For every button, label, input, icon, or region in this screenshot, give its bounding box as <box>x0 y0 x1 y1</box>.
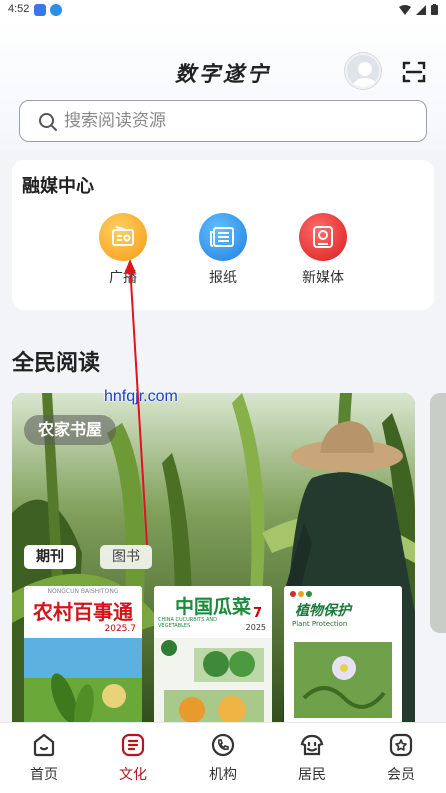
reading-section-title: 全民阅读 <box>12 351 101 376</box>
book-title: 农村百事通 <box>33 600 133 624</box>
bottom-nav: 首页 文化 机构 居民 会员 <box>0 722 446 793</box>
banner-label: 农家书屋 <box>24 415 117 445</box>
book-logo <box>290 591 312 597</box>
app-notification-icon <box>34 4 46 16</box>
media-center-title: 融媒中心 <box>22 176 94 197</box>
phone-icon <box>211 733 235 757</box>
book-header: 植物保护 Plant Protection <box>284 586 402 638</box>
book-cover-image <box>154 638 272 733</box>
book-cover-image <box>284 638 402 733</box>
book-subtitle: CHINA CUCURBITS AND VEGETABLES <box>158 617 217 629</box>
status-bar: 4:52 <box>0 0 446 20</box>
media-item-label: 报纸 <box>209 270 237 286</box>
book-year: 2025 <box>245 623 266 632</box>
residents-icon <box>300 734 324 756</box>
search-input[interactable] <box>64 109 404 133</box>
media-center-card: 融媒中心 广播 报纸 新媒体 <box>12 160 434 310</box>
nav-label: 机构 <box>209 767 237 783</box>
reading-banner[interactable]: 农家书屋 期刊 图书 NONGCUN BAISHITONG 农村百事通 2025… <box>12 393 415 733</box>
nav-label: 居民 <box>298 767 326 783</box>
nav-item-culture[interactable]: 文化 <box>98 731 168 784</box>
media-item-label: 广播 <box>109 270 137 286</box>
book-cover[interactable]: 中国瓜菜 CHINA CUCURBITS AND VEGETABLES 7 20… <box>154 586 272 733</box>
header: 数字遂宁 <box>0 20 446 150</box>
battery-icon <box>431 4 438 15</box>
new-media-icon <box>299 213 347 261</box>
newspaper-icon <box>199 213 247 261</box>
radio-icon <box>99 213 147 261</box>
book-issue: 2025.7 <box>104 624 137 634</box>
nav-item-home[interactable]: 首页 <box>9 731 79 784</box>
download-notification-icon <box>50 4 62 16</box>
nav-item-institutions[interactable]: 机构 <box>188 731 258 784</box>
signal-icon <box>416 4 426 15</box>
book-pinyin: NONGCUN BAISHITONG <box>47 588 119 595</box>
nav-label: 首页 <box>30 767 58 783</box>
status-time: 4:52 <box>8 3 30 15</box>
book-header: NONGCUN BAISHITONG 农村百事通 2025.7 <box>24 586 142 638</box>
book-cover-image <box>24 638 142 733</box>
book-header: 中国瓜菜 CHINA CUCURBITS AND VEGETABLES 7 20… <box>154 586 272 638</box>
wifi-icon <box>399 4 411 15</box>
culture-icon <box>121 733 145 757</box>
nav-item-member[interactable]: 会员 <box>366 731 436 784</box>
tab-books[interactable]: 图书 <box>100 545 152 569</box>
media-item-new-media[interactable]: 新媒体 <box>283 213 363 287</box>
scan-icon <box>402 61 426 83</box>
next-banner-peek[interactable] <box>430 393 446 633</box>
home-icon <box>33 733 55 757</box>
book-title: 植物保护 <box>295 603 351 619</box>
nav-label: 文化 <box>119 767 147 783</box>
search-icon <box>39 113 57 131</box>
book-issue: 7 <box>252 606 262 621</box>
media-item-newspaper[interactable]: 报纸 <box>183 213 263 287</box>
status-indicators <box>399 4 438 15</box>
nav-label: 会员 <box>387 767 415 783</box>
watermark-text: hnfqjr.com <box>104 388 178 405</box>
member-icon <box>389 733 413 757</box>
scan-button[interactable] <box>400 58 428 86</box>
book-subtitle: Plant Protection <box>292 620 348 628</box>
book-cover[interactable]: NONGCUN BAISHITONG 农村百事通 2025.7 <box>24 586 142 733</box>
nav-item-residents[interactable]: 居民 <box>277 731 347 784</box>
media-item-label: 新媒体 <box>302 270 344 286</box>
tab-periodicals[interactable]: 期刊 <box>24 545 76 569</box>
avatar[interactable] <box>345 53 381 89</box>
book-cover[interactable]: 植物保护 Plant Protection <box>284 586 402 733</box>
search-box[interactable] <box>19 100 427 142</box>
media-item-radio[interactable]: 广播 <box>83 213 163 287</box>
